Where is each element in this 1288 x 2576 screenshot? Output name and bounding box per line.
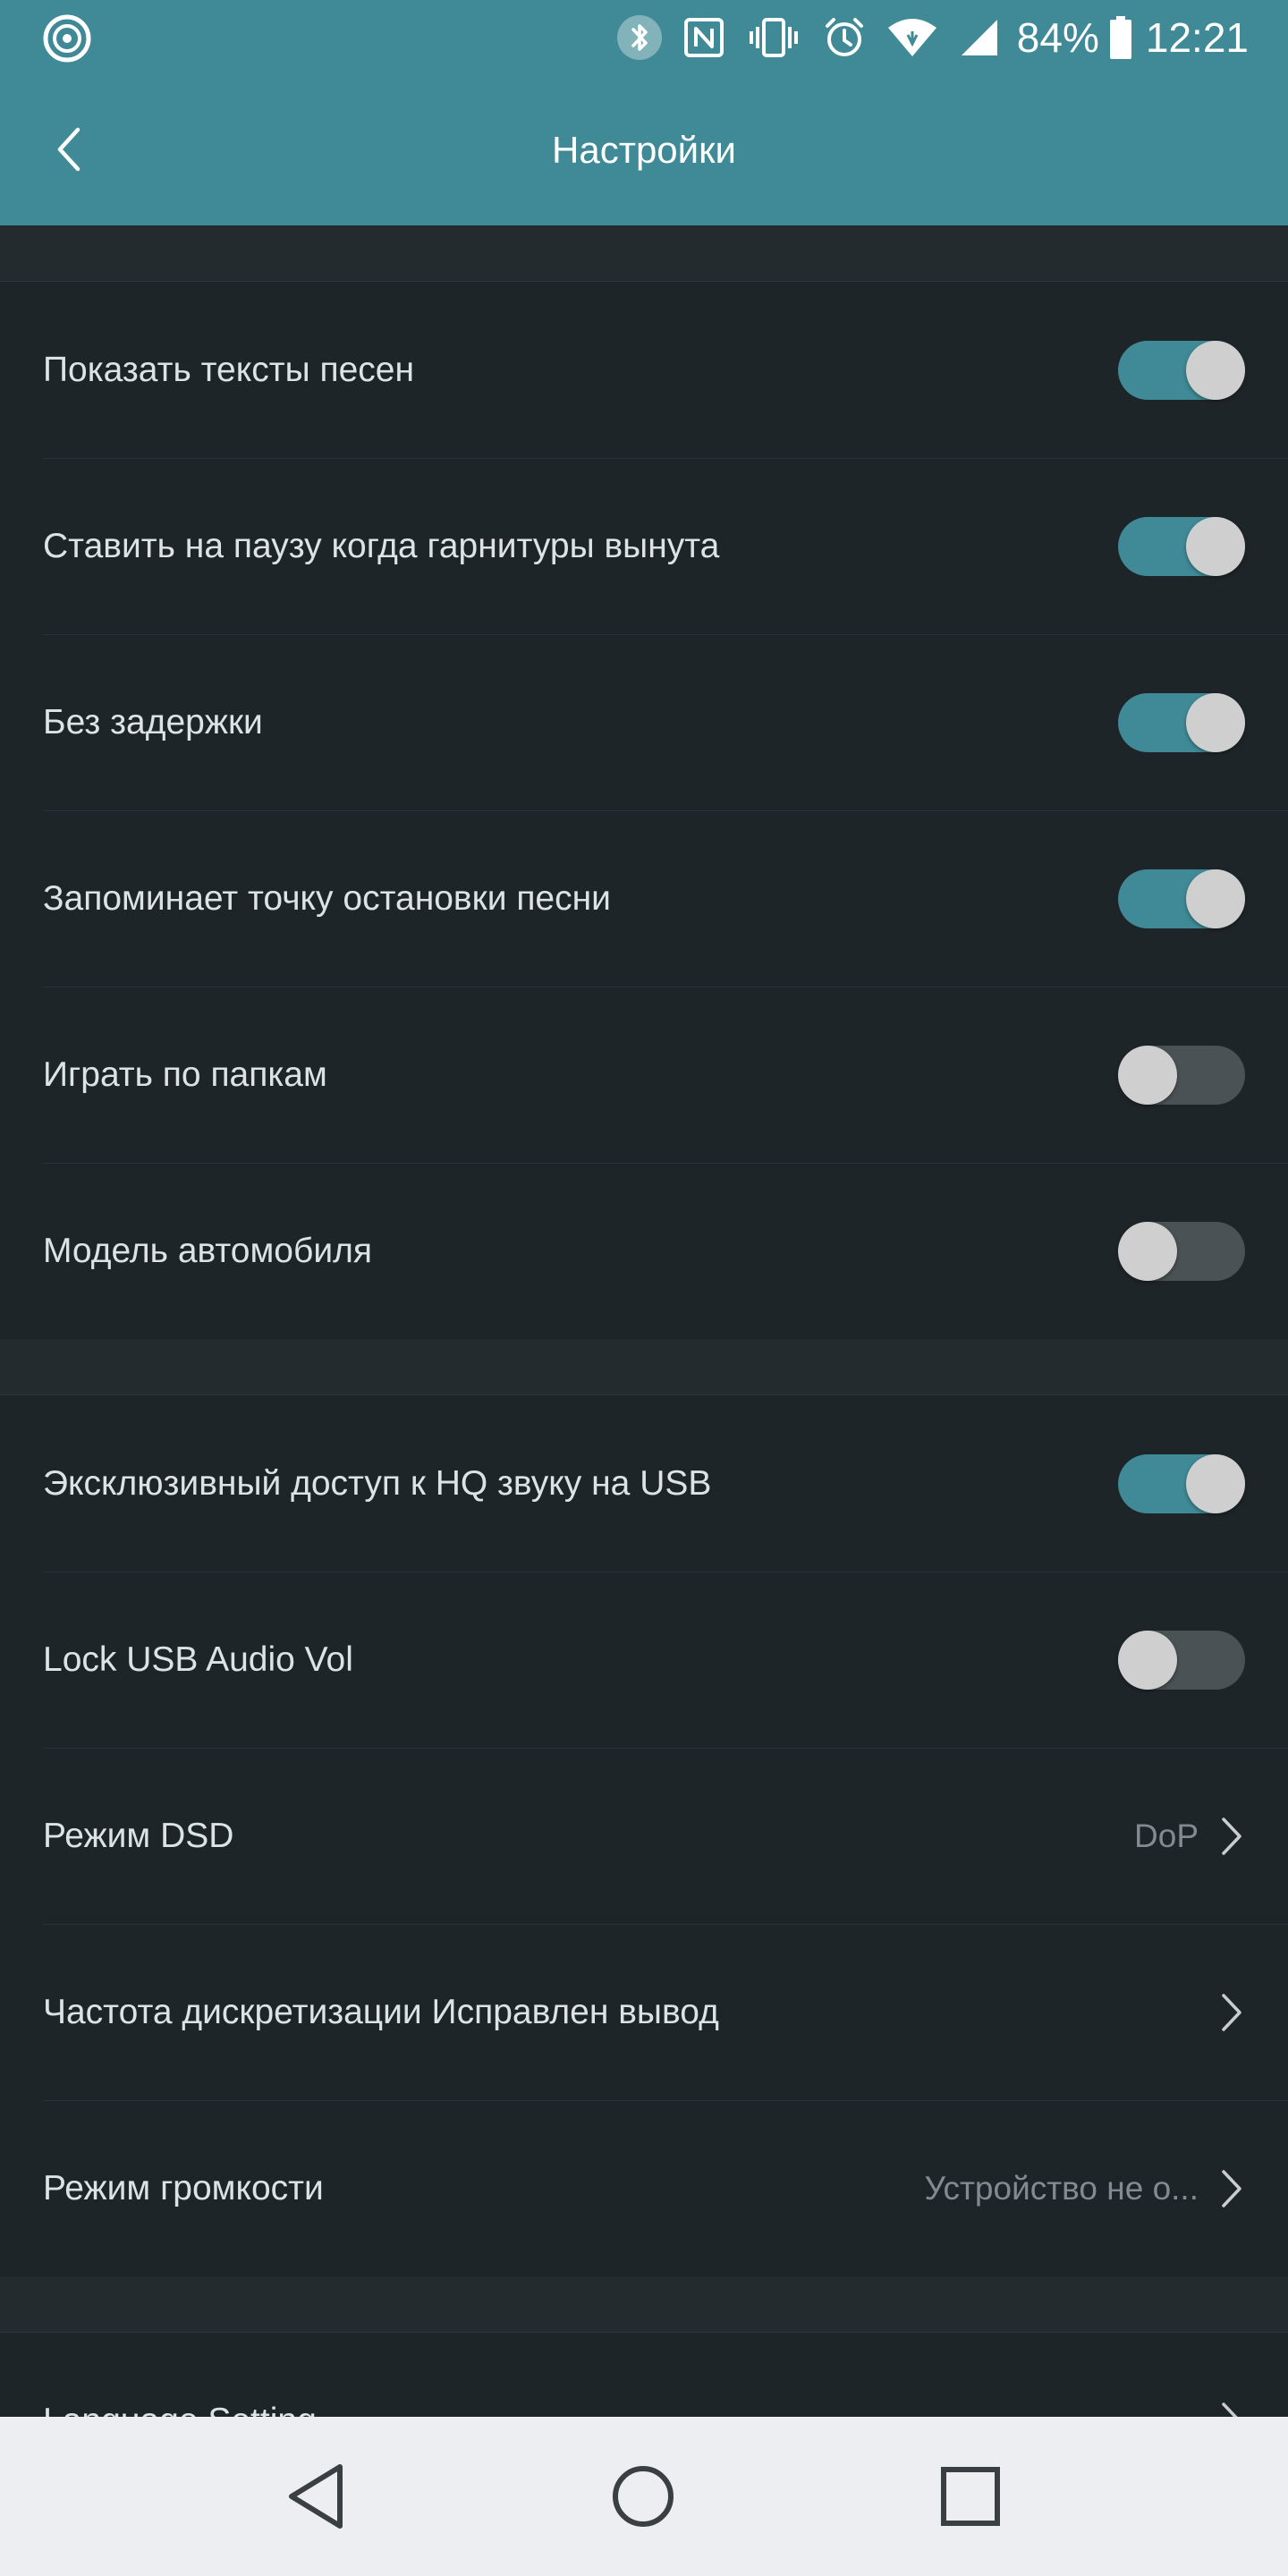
vibrate-icon: [745, 16, 802, 59]
setting-label: Запоминает точку остановки песни: [43, 878, 611, 918]
nav-recents-button[interactable]: [926, 2452, 1015, 2541]
setting-label: Ставить на паузу когда гарнитуры вынута: [43, 526, 720, 565]
back-button[interactable]: [30, 111, 107, 188]
status-bar: 84% 12:21: [0, 0, 1288, 75]
setting-row[interactable]: Частота дискретизации Исправлен вывод: [0, 1924, 1288, 2100]
alarm-icon: [822, 15, 867, 60]
toggle-knob: [1118, 1630, 1177, 1690]
settings-section-3: Language Setting: [0, 2333, 1288, 2417]
setting-label: Модель автомобиля: [43, 1231, 372, 1270]
setting-label: Режим DSD: [43, 1816, 234, 1855]
toggle-knob: [1186, 1453, 1245, 1513]
wifi-icon: [886, 17, 938, 58]
chevron-right-icon: [1222, 1817, 1241, 1855]
setting-row[interactable]: Ставить на паузу когда гарнитуры вынута: [0, 458, 1288, 634]
setting-row[interactable]: Показать тексты песен: [0, 282, 1288, 458]
toggle-knob: [1118, 1045, 1177, 1105]
section-divider: [0, 2276, 1288, 2333]
chevron-left-icon: [57, 127, 80, 172]
recents-square-icon: [941, 2467, 1000, 2526]
toggle-knob: [1118, 1221, 1177, 1281]
page-title: Настройки: [552, 129, 736, 171]
chevron-right-icon: [1222, 1993, 1241, 2031]
nav-back-button[interactable]: [271, 2452, 360, 2541]
settings-list[interactable]: Показать тексты песен Ставить на паузу ко…: [0, 225, 1288, 2417]
setting-row[interactable]: Режим DSD DoP: [0, 1748, 1288, 1924]
setting-value: Устройство не о...: [924, 2169, 1199, 2207]
setting-value: DoP: [1134, 1817, 1199, 1854]
nav-home-button[interactable]: [598, 2452, 688, 2541]
setting-toggle[interactable]: [1118, 1045, 1245, 1105]
setting-toggle[interactable]: [1118, 869, 1245, 928]
toggle-knob: [1186, 869, 1245, 928]
setting-row[interactable]: Эксклюзивный доступ к HQ звуку на USB: [0, 1395, 1288, 1572]
settings-section-2: Эксклюзивный доступ к HQ звуку на USB Loc…: [0, 1395, 1288, 2276]
setting-row[interactable]: Lock USB Audio Vol: [0, 1572, 1288, 1748]
nfc-icon: [682, 16, 725, 59]
setting-label: Частота дискретизации Исправлен вывод: [43, 1992, 719, 2031]
setting-label: Эксклюзивный доступ к HQ звуку на USB: [43, 1463, 712, 1503]
settings-section-1: Показать тексты песен Ставить на паузу ко…: [0, 282, 1288, 1339]
setting-label: Lock USB Audio Vol: [43, 1640, 353, 1679]
setting-toggle[interactable]: [1118, 1453, 1245, 1513]
setting-row[interactable]: Режим громкости Устройство не о...: [0, 2100, 1288, 2276]
setting-label: Language Setting: [43, 2402, 1218, 2418]
setting-row[interactable]: Без задержки: [0, 634, 1288, 810]
setting-toggle[interactable]: [1118, 692, 1245, 752]
setting-label: Режим громкости: [43, 2168, 324, 2207]
battery-percentage: 84%: [1016, 14, 1099, 61]
setting-toggle[interactable]: [1118, 1221, 1245, 1281]
toggle-knob: [1186, 516, 1245, 576]
battery-icon: [1108, 15, 1133, 60]
section-divider: [0, 225, 1288, 282]
setting-row[interactable]: Играть по папкам: [0, 987, 1288, 1163]
setting-row[interactable]: Модель автомобиля: [0, 1163, 1288, 1339]
back-triangle-icon: [289, 2464, 343, 2529]
setting-label: Показать тексты песен: [43, 350, 415, 389]
setting-row[interactable]: Запоминает точку остановки песни: [0, 810, 1288, 987]
chevron-right-icon: [1222, 2169, 1241, 2207]
app-disc-icon: [41, 13, 93, 64]
setting-label: Играть по папкам: [43, 1055, 327, 1094]
setting-label: Без задержки: [43, 702, 263, 741]
setting-toggle[interactable]: [1118, 1630, 1245, 1690]
setting-row[interactable]: Language Setting: [0, 2333, 1288, 2417]
signal-icon: [958, 16, 1001, 59]
toggle-knob: [1186, 692, 1245, 752]
setting-toggle[interactable]: [1118, 516, 1245, 576]
setting-toggle[interactable]: [1118, 340, 1245, 400]
home-circle-icon: [613, 2466, 674, 2527]
toggle-knob: [1186, 340, 1245, 400]
navigation-bar: [0, 2417, 1288, 2576]
chevron-right-icon: [1222, 2402, 1239, 2417]
bluetooth-icon: [616, 14, 663, 61]
clock: 12:21: [1145, 14, 1249, 61]
section-divider: [0, 1339, 1288, 1395]
app-bar: Настройки: [0, 75, 1288, 225]
